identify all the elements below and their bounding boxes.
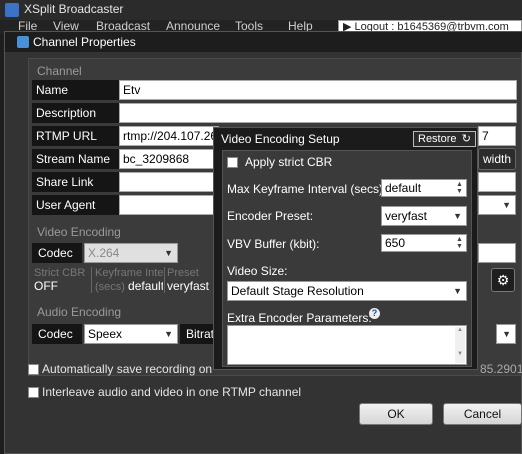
dialog-titlebar: Channel Properties (5, 32, 522, 52)
restore-label: Restore (418, 133, 457, 145)
interleave-label: Interleave audio and video in one RTMP c… (42, 385, 302, 399)
audio-codec-value: Speex (88, 327, 123, 341)
preset-info: Preset veryfast (167, 267, 213, 295)
chevron-down-icon: ▼ (502, 200, 511, 210)
name-input[interactable]: Etv (119, 80, 517, 100)
share-link-input[interactable] (119, 172, 219, 192)
user-agent-input[interactable] (119, 195, 219, 215)
encoder-preset-value: veryfast (385, 209, 428, 223)
restore-icon: ↻ (461, 133, 471, 145)
video-bitrate-tail[interactable] (478, 243, 516, 263)
chevron-down-icon: ▼ (164, 329, 173, 339)
audio-bitrate-label: Bitrat (180, 324, 214, 344)
chevron-down-icon: ▼ (502, 329, 511, 339)
divider (164, 267, 165, 293)
chevron-down-icon: ▼ (453, 286, 462, 296)
popup-content: Apply strict CBR Max Keyframe Interval (… (222, 150, 472, 367)
cancel-button[interactable]: Cancel (443, 403, 522, 425)
video-size-dropdown[interactable]: Default Stage Resolution ▼ (227, 281, 467, 301)
spinner-icon[interactable]: ▲ ▼ (454, 181, 465, 195)
share-link-input-tail[interactable] (478, 172, 516, 192)
rtmp-url-input[interactable]: rtmp://204.107.26.7 (119, 126, 219, 146)
audio-codec-label: Codec (32, 324, 82, 344)
section-audio-encoding: Audio Encoding (37, 305, 122, 319)
vbv-buffer-input[interactable]: 650 ▲ ▼ (381, 234, 467, 252)
user-agent-label: User Agent (32, 195, 120, 215)
video-settings-gear-button[interactable]: ⚙ (491, 268, 515, 292)
bandwidth-button[interactable]: width (478, 148, 516, 170)
rtmp-url-input-tail[interactable]: 7 (478, 126, 516, 146)
app-title: XSplit Broadcaster (24, 2, 124, 16)
popup-title: Video Encoding Setup (221, 132, 340, 146)
app-titlebar: XSplit Broadcaster (0, 0, 522, 20)
name-label: Name (32, 80, 120, 100)
video-encoding-setup-popup: Video Encoding Setup Restore ↻ Apply str… (213, 127, 478, 370)
stream-name-input[interactable]: bc_3209868 (119, 149, 219, 169)
video-codec-label: Codec (32, 243, 82, 263)
gear-icon: ⚙ (496, 272, 510, 288)
restore-button[interactable]: Restore ↻ (413, 131, 476, 147)
chevron-down-icon: ▼ (453, 211, 462, 221)
encoder-preset-label: Encoder Preset: (227, 209, 314, 223)
keyframe-info: Keyframe Inte (secs) default (95, 267, 163, 295)
keyframe-value: default (128, 279, 163, 293)
textarea-scrollbar[interactable]: ▲ ▼ (455, 327, 465, 363)
apply-strict-cbr-checkbox[interactable] (227, 157, 238, 168)
extra-encoder-params-textarea[interactable]: ▲ ▼ (227, 325, 467, 365)
channel-icon (17, 36, 29, 48)
stream-name-label: Stream Name (32, 149, 120, 169)
description-label: Description (32, 103, 120, 123)
help-icon[interactable]: ? (369, 308, 380, 319)
audio-codec-dropdown[interactable]: Speex ▼ (84, 324, 178, 344)
keyframe-interval-input[interactable]: default ▲ ▼ (381, 179, 467, 197)
strict-cbr-info: Strict CBR OFF (34, 267, 90, 295)
apply-strict-cbr-label: Apply strict CBR (245, 155, 333, 169)
video-size-value: Default Stage Resolution (231, 284, 364, 298)
rtmp-url-label: RTMP URL (32, 126, 120, 146)
video-codec-dropdown[interactable]: X.264 ▼ (84, 243, 178, 263)
divider (91, 267, 92, 293)
dialog-title: Channel Properties (33, 35, 136, 49)
description-input[interactable] (119, 103, 517, 123)
vbv-buffer-label: VBV Buffer (kbit): (227, 237, 320, 251)
extra-encoder-params-label: Extra Encoder Parameters: (227, 311, 372, 325)
interleave-checkbox[interactable] (28, 387, 39, 398)
ok-button[interactable]: OK (359, 403, 433, 425)
autosave-label: Automatically save recording on lo (42, 362, 212, 376)
keyframe-sub: (secs) (95, 281, 125, 293)
chevron-down-icon: ▼ (164, 248, 173, 258)
xsplit-logo-icon (5, 3, 19, 17)
spinner-icon[interactable]: ▲ ▼ (454, 236, 465, 250)
keyframe-interval-value: default (385, 181, 422, 195)
video-codec-value: X.264 (88, 246, 120, 260)
preset-value: veryfast (167, 279, 210, 293)
encoder-preset-dropdown[interactable]: veryfast ▼ (381, 206, 467, 226)
audio-bitrate-dropdown-tail[interactable]: ▼ (496, 324, 516, 344)
keyframe-interval-label: Max Keyframe Interval (secs): (227, 182, 387, 196)
strict-cbr-value: OFF (34, 279, 58, 293)
section-channel: Channel (37, 64, 82, 78)
audio-tail-value: 85.2901 (480, 362, 522, 376)
section-video-encoding: Video Encoding (37, 225, 121, 239)
share-link-label: Share Link (32, 172, 120, 192)
user-agent-dropdown-tail[interactable]: ▼ (478, 195, 516, 215)
autosave-checkbox[interactable] (28, 364, 39, 375)
vbv-buffer-value: 650 (385, 236, 406, 250)
video-size-label: Video Size: (227, 264, 288, 278)
